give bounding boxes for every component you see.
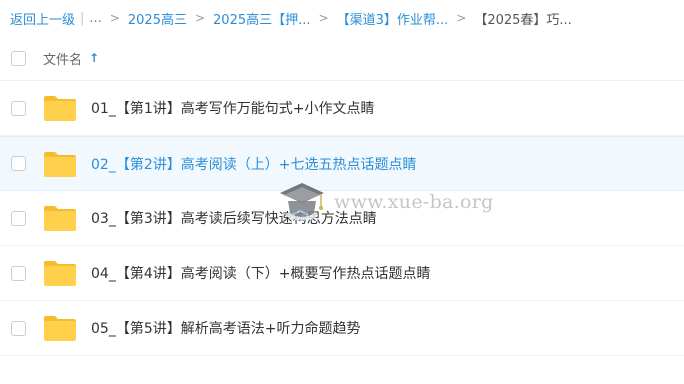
file-list-header: 文件名 ↑ [0, 36, 684, 81]
file-list: 01_【第1讲】高考写作万能句式+小作文点睛 02_【第2讲】高考阅读（上）+七… [0, 81, 684, 356]
breadcrumb-item-3[interactable]: 【渠道3】作业帮... [337, 9, 449, 28]
breadcrumb-separator: > [194, 11, 206, 25]
file-name[interactable]: 05_【第5讲】解析高考语法+听力命题趋势 [91, 318, 360, 338]
column-name-label: 文件名 [43, 52, 83, 68]
folder-icon [44, 206, 76, 231]
breadcrumb-separator: > [318, 11, 329, 25]
folder-icon [44, 316, 76, 341]
breadcrumb-current: 【2025春】巧... [474, 12, 572, 28]
file-row[interactable]: 05_【第5讲】解析高考语法+听力命题趋势 [0, 301, 684, 356]
breadcrumb-ellipsis[interactable]: ... [89, 11, 101, 26]
arrow-up-icon[interactable]: ↑ [89, 51, 99, 65]
breadcrumb-divider: | [80, 10, 85, 26]
breadcrumb: 返回上一级 | ... > 2025高三 > 2025高三【押... > 【渠道… [10, 8, 680, 28]
file-row[interactable]: 04_【第4讲】高考阅读（下）+概要写作热点话题点睛 [0, 246, 684, 301]
breadcrumb-item-2[interactable]: 2025高三【押... [213, 9, 310, 28]
row-checkbox[interactable] [11, 320, 26, 336]
file-name[interactable]: 02_【第2讲】高考阅读（上）+七选五热点话题点睛 [91, 154, 416, 174]
file-row[interactable]: 03_【第3讲】高考读后续写快速构思方法点睛 [0, 191, 684, 246]
row-checkbox[interactable] [11, 156, 26, 171]
file-name[interactable]: 03_【第3讲】高考读后续写快速构思方法点睛 [91, 208, 377, 228]
breadcrumb-item-1[interactable]: 2025高三 [128, 9, 187, 28]
folder-icon [44, 261, 76, 286]
breadcrumb-separator: > [456, 11, 467, 25]
row-checkbox[interactable] [11, 100, 26, 116]
breadcrumb-separator: > [109, 11, 120, 25]
sort-by-name[interactable]: 文件名 ↑ [43, 49, 99, 68]
file-name[interactable]: 01_【第1讲】高考写作万能句式+小作文点睛 [91, 98, 374, 118]
back-link[interactable]: 返回上一级 [10, 9, 75, 28]
file-row[interactable]: 01_【第1讲】高考写作万能句式+小作文点睛 [0, 81, 684, 136]
file-row[interactable]: 02_【第2讲】高考阅读（上）+七选五热点话题点睛 [0, 136, 684, 191]
select-all-checkbox[interactable] [11, 50, 26, 66]
folder-icon [44, 96, 76, 121]
row-checkbox[interactable] [11, 265, 26, 281]
folder-icon [44, 151, 76, 177]
row-checkbox[interactable] [11, 210, 26, 226]
file-name[interactable]: 04_【第4讲】高考阅读（下）+概要写作热点话题点睛 [91, 263, 430, 283]
file-browser: 返回上一级 | ... > 2025高三 > 2025高三【押... > 【渠道… [0, 0, 684, 384]
